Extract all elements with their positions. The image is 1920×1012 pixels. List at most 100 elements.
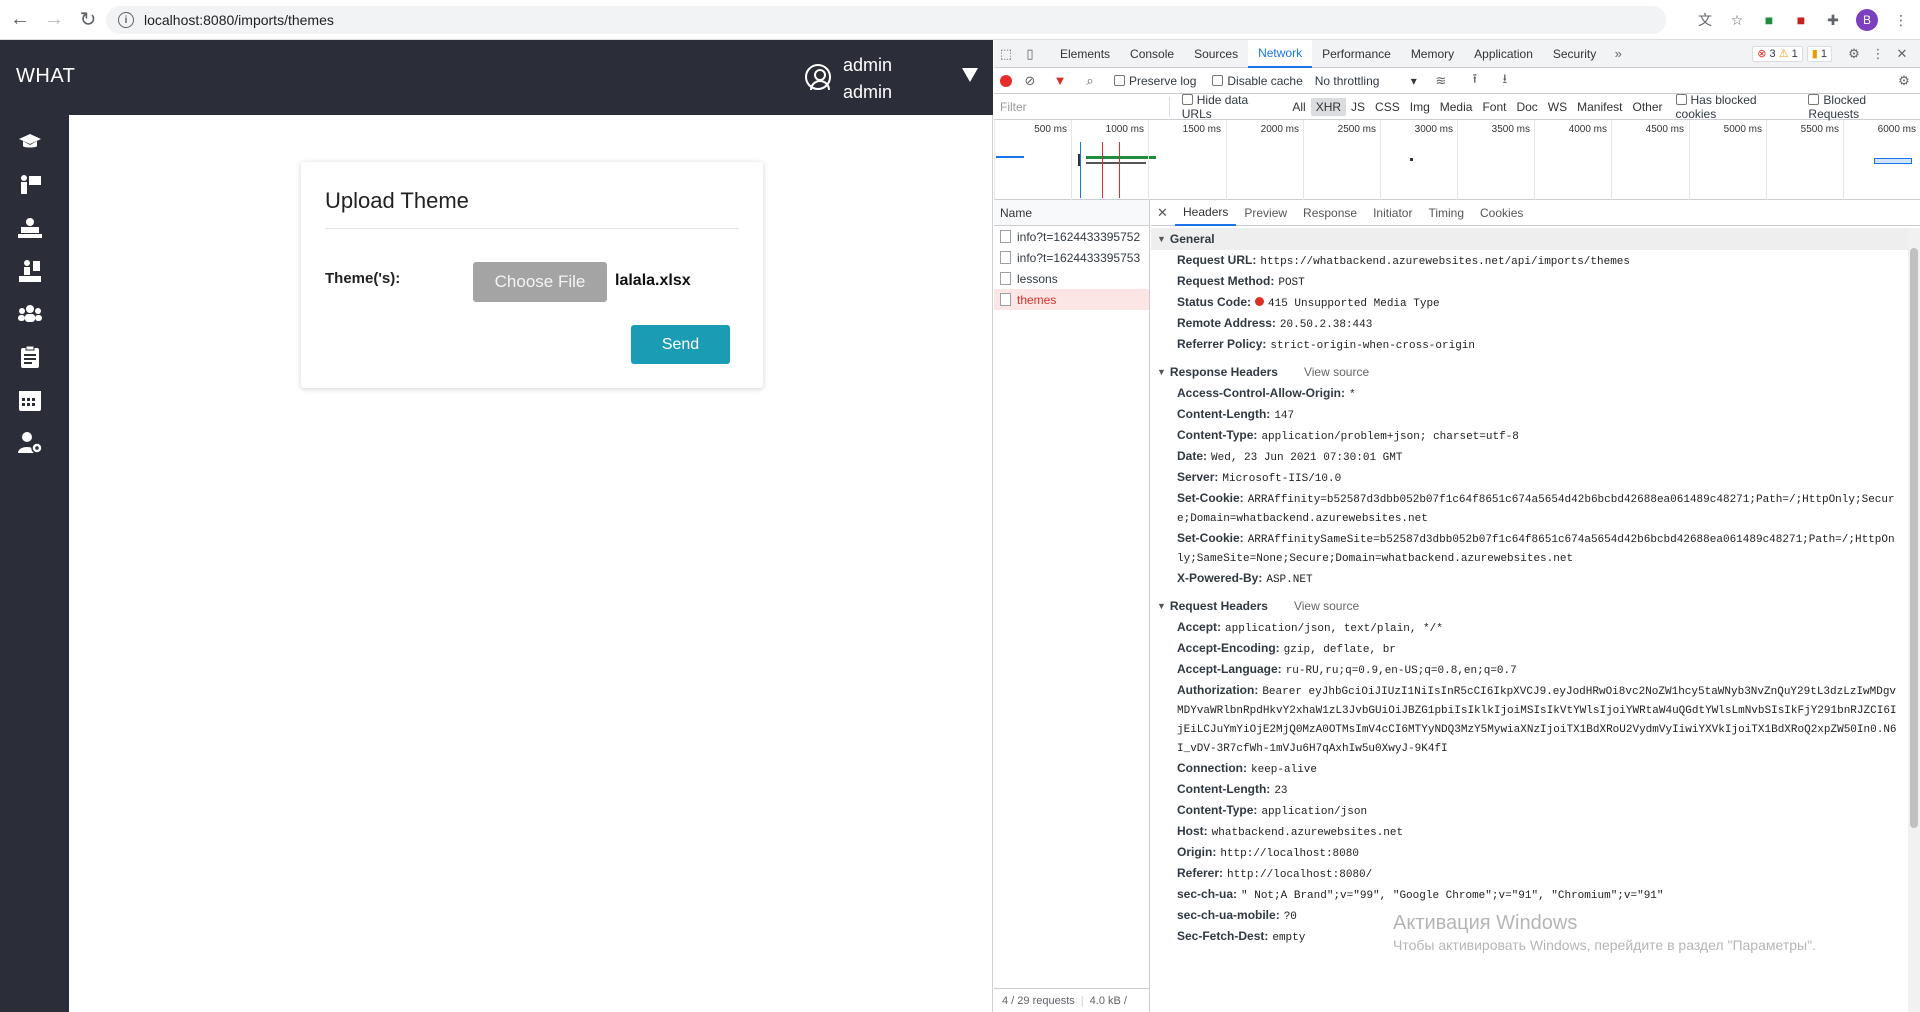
record-icon[interactable] [1000,74,1012,87]
detail-tab-headers[interactable]: Headers [1175,200,1237,226]
filter-input[interactable]: Filter [1000,96,1170,117]
mentor-icon[interactable] [17,258,43,284]
hide-data-urls-box[interactable] [1181,93,1193,105]
preserve-log-checkbox[interactable]: Preserve log [1114,74,1196,88]
students-icon[interactable] [17,215,43,241]
extensions-area: 文 ☆ ■ ■ ✚ B ⋮ [1696,6,1910,34]
view-source-link[interactable]: View source [1304,365,1369,379]
choose-file-button[interactable]: Choose File [473,262,607,302]
issues-badge[interactable]: ▮ 1 [1806,45,1832,62]
preserve-log-box[interactable] [1114,74,1125,86]
tab-console[interactable]: Console [1120,40,1184,68]
filter-type-doc[interactable]: Doc [1511,98,1542,116]
teacher-icon[interactable] [17,172,43,198]
groups-icon[interactable] [17,301,43,327]
search-icon[interactable]: ⌕ [1078,69,1102,93]
network-settings-icon[interactable]: ⚙ [1892,69,1916,93]
request-row[interactable]: themes [994,289,1149,310]
header-key: Set-Cookie: [1177,491,1244,505]
request-list-header[interactable]: Name [994,200,1149,226]
timeline-tick-label: 1500 ms [1182,124,1221,135]
tab-network[interactable]: Network [1248,39,1313,68]
request-row[interactable]: info?t=1624433395752 [994,226,1149,247]
throttling-select[interactable]: No throttling ▾ [1315,74,1417,88]
reload-icon[interactable]: ↻ [74,6,102,34]
send-button[interactable]: Send [631,325,730,364]
detail-tab-timing[interactable]: Timing [1420,200,1472,226]
disable-cache-box[interactable] [1212,74,1224,86]
star-icon[interactable]: ☆ [1728,11,1746,29]
puzzle-icon[interactable]: ✚ [1824,11,1842,29]
detail-tab-preview[interactable]: Preview [1236,200,1295,226]
close-detail-icon[interactable]: ✕ [1157,205,1175,221]
filter-type-img[interactable]: Img [1405,98,1435,116]
filter-type-media[interactable]: Media [1435,98,1478,116]
has-blocked-cookies-box[interactable] [1675,93,1687,105]
more-tabs-icon[interactable]: » [1606,42,1630,66]
tab-application[interactable]: Application [1464,40,1543,68]
brand-logo[interactable]: WHAT [16,65,75,88]
has-blocked-cookies-checkbox[interactable]: Has blocked cookies [1675,93,1801,121]
request-row[interactable]: info?t=1624433395753 [994,247,1149,268]
request-row[interactable]: lessons [994,268,1149,289]
filter-type-manifest[interactable]: Manifest [1572,98,1627,116]
detail-tab-cookies[interactable]: Cookies [1472,200,1531,226]
site-info-icon[interactable]: i [118,12,134,28]
back-arrow-icon[interactable]: ← [6,6,34,34]
filter-type-ws[interactable]: WS [1543,98,1572,116]
tab-sources[interactable]: Sources [1184,40,1248,68]
forward-arrow-icon[interactable]: → [40,6,68,34]
clear-icon[interactable]: ⊘ [1018,69,1042,93]
devtools-menu-icon[interactable]: ⋮ [1866,42,1890,66]
hide-data-urls-checkbox[interactable]: Hide data URLs [1181,93,1282,121]
error-badge[interactable]: ⊗ 3 ⚠ 1 [1752,45,1803,62]
detail-tab-response[interactable]: Response [1295,200,1365,226]
blocked-requests-box[interactable] [1808,93,1820,105]
detail-tab-initiator[interactable]: Initiator [1365,200,1420,226]
calendar-icon[interactable] [17,387,43,413]
filter-funnel-icon[interactable]: ▼ [1048,69,1072,93]
graduation-cap-icon[interactable] [17,129,43,155]
network-conditions-icon[interactable]: ≋ [1429,69,1453,93]
footer-separator: | [1080,994,1084,1007]
tab-security[interactable]: Security [1543,40,1606,68]
filter-type-css[interactable]: CSS [1370,98,1405,116]
filter-type-font[interactable]: Font [1477,98,1511,116]
translate-icon[interactable]: 文 [1696,11,1714,29]
response-headers-header[interactable]: ▼ Response Headers View source [1151,361,1908,383]
disable-cache-checkbox[interactable]: Disable cache [1212,74,1303,88]
request-headers-header[interactable]: ▼ Request Headers View source [1151,595,1908,617]
extension-green-icon[interactable]: ■ [1760,11,1778,29]
scroll-thumb[interactable] [1910,248,1918,828]
tab-elements[interactable]: Elements [1050,40,1120,68]
user-settings-icon[interactable] [17,430,43,456]
view-source-link[interactable]: View source [1294,599,1359,613]
device-toolbar-icon[interactable]: ▯ [1018,42,1042,66]
address-bar[interactable]: i localhost:8080/imports/themes [106,6,1666,34]
timeline-tick-label: 5500 ms [1800,124,1839,135]
error-icon: ⊗ [1757,48,1767,60]
network-overview-timeline[interactable]: 500 ms 1000 ms 1500 ms 2000 ms 2500 ms 3000 m… [994,120,1920,200]
kebab-menu-icon[interactable]: ⋮ [1892,11,1910,29]
inspect-element-icon[interactable]: ⬚ [994,42,1018,66]
filter-type-js[interactable]: JS [1346,98,1370,116]
detail-scrollbar[interactable] [1908,228,1920,1012]
clipboard-icon[interactable] [17,344,43,370]
blocked-requests-checkbox[interactable]: Blocked Requests [1808,93,1920,121]
user-menu-caret-icon[interactable] [962,68,978,82]
import-har-icon[interactable]: ⭱ [1463,69,1487,93]
header-row: Date: Wed, 23 Jun 2021 07:30:01 GMT [1151,448,1908,467]
filter-type-other[interactable]: Other [1628,98,1668,116]
extension-red-icon[interactable]: ■ [1792,11,1810,29]
settings-gear-icon[interactable]: ⚙ [1842,42,1866,66]
filter-type-all[interactable]: All [1287,98,1310,116]
tab-performance[interactable]: Performance [1312,40,1401,68]
general-section-header[interactable]: ▼ General [1151,228,1908,250]
close-devtools-icon[interactable]: ✕ [1890,42,1914,66]
profile-avatar[interactable]: B [1856,9,1878,31]
filter-type-xhr[interactable]: XHR [1310,97,1347,116]
export-har-icon[interactable]: ⭳ [1493,69,1517,93]
issues-icon: ▮ [1811,48,1818,60]
header-value: ?0 [1283,911,1297,923]
tab-memory[interactable]: Memory [1401,40,1464,68]
